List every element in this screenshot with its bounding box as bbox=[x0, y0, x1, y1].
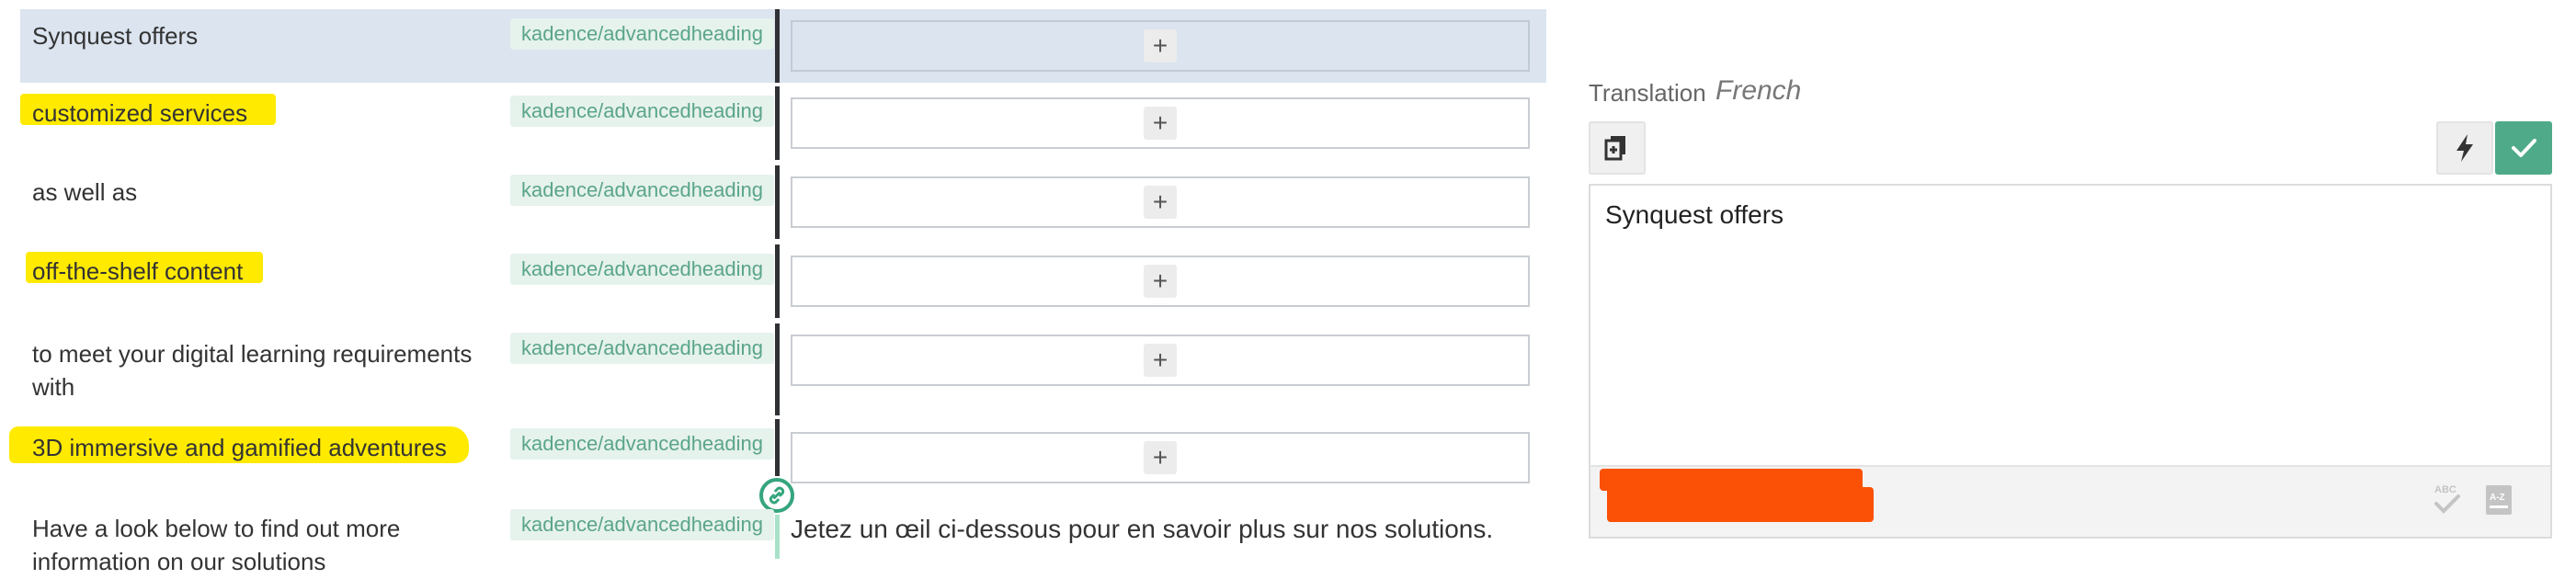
add-translation-button[interactable]: + bbox=[1144, 441, 1177, 474]
translation-editor-text[interactable]: Synquest offers bbox=[1605, 200, 1784, 230]
add-translation-button[interactable]: + bbox=[1144, 29, 1177, 62]
target-segment-5[interactable]: + bbox=[791, 335, 1530, 386]
link-icon[interactable] bbox=[759, 478, 794, 513]
source-segment-1[interactable]: Synquest offers bbox=[32, 18, 198, 53]
segment-tag-3: kadence/advancedheading bbox=[510, 175, 775, 206]
segment-separator bbox=[775, 165, 780, 239]
target-segment-2[interactable]: + bbox=[791, 97, 1530, 149]
svg-text:ABC: ABC bbox=[2434, 484, 2456, 495]
segment-separator bbox=[775, 244, 780, 318]
spellcheck-button[interactable]: ABC bbox=[2427, 480, 2468, 520]
target-segment-3[interactable]: + bbox=[791, 176, 1530, 228]
segment-tag-5: kadence/advancedheading bbox=[510, 333, 775, 364]
segment-separator bbox=[775, 419, 780, 476]
segment-tag-4: kadence/advancedheading bbox=[510, 254, 775, 285]
source-segment-6[interactable]: 3D immersive and gamified adventures bbox=[32, 430, 447, 465]
target-segment-1[interactable]: + bbox=[791, 20, 1530, 72]
segment-separator bbox=[775, 86, 780, 160]
target-segment-6[interactable]: + bbox=[791, 432, 1530, 483]
segment-separator bbox=[775, 324, 780, 415]
add-translation-button[interactable]: + bbox=[1144, 265, 1177, 298]
source-segment-2[interactable]: customized services bbox=[32, 96, 247, 131]
add-translation-button[interactable]: + bbox=[1144, 186, 1177, 219]
translation-label: Translation bbox=[1589, 79, 1706, 107]
source-segment-3[interactable]: as well as bbox=[32, 175, 137, 210]
target-segment-7[interactable]: Jetez un œil ci-dessous pour en savoir p… bbox=[791, 511, 1493, 548]
add-translation-button[interactable]: + bbox=[1144, 344, 1177, 377]
segment-tag-2: kadence/advancedheading bbox=[510, 96, 775, 127]
source-segment-7-line-2[interactable]: information on our solutions bbox=[32, 544, 325, 579]
copy-source-icon bbox=[1604, 136, 1625, 161]
segment-separator-translated bbox=[775, 515, 780, 559]
machine-translate-button[interactable] bbox=[2436, 121, 2493, 175]
svg-text:A-Z: A-Z bbox=[2490, 493, 2505, 503]
source-segment-5-line-1[interactable]: to meet your digital learning requiremen… bbox=[32, 336, 472, 371]
add-translation-button[interactable]: + bbox=[1144, 107, 1177, 140]
link-glyph bbox=[769, 486, 785, 505]
translation-language: French bbox=[1715, 75, 1802, 106]
glossary-icon: A-Z bbox=[2486, 485, 2512, 515]
copy-source-button[interactable] bbox=[1589, 121, 1646, 175]
spellcheck-icon: ABC bbox=[2434, 484, 2460, 514]
glossary-button[interactable]: A-Z bbox=[2479, 480, 2519, 520]
segment-tag-1: kadence/advancedheading bbox=[510, 18, 775, 50]
segment-separator bbox=[775, 9, 780, 83]
source-segment-5-line-2[interactable]: with bbox=[32, 369, 74, 404]
target-segment-4[interactable]: + bbox=[791, 255, 1530, 307]
segment-tag-7: kadence/advancedheading bbox=[510, 509, 775, 540]
check-icon bbox=[2512, 139, 2536, 157]
flash-icon bbox=[2456, 134, 2473, 162]
segment-tag-6: kadence/advancedheading bbox=[510, 428, 775, 460]
source-segment-7-line-1[interactable]: Have a look below to find out more bbox=[32, 511, 400, 546]
confirm-translation-button[interactable] bbox=[2495, 121, 2552, 175]
source-segment-4[interactable]: off-the-shelf content bbox=[32, 254, 243, 289]
redaction-mark bbox=[1607, 487, 1874, 522]
